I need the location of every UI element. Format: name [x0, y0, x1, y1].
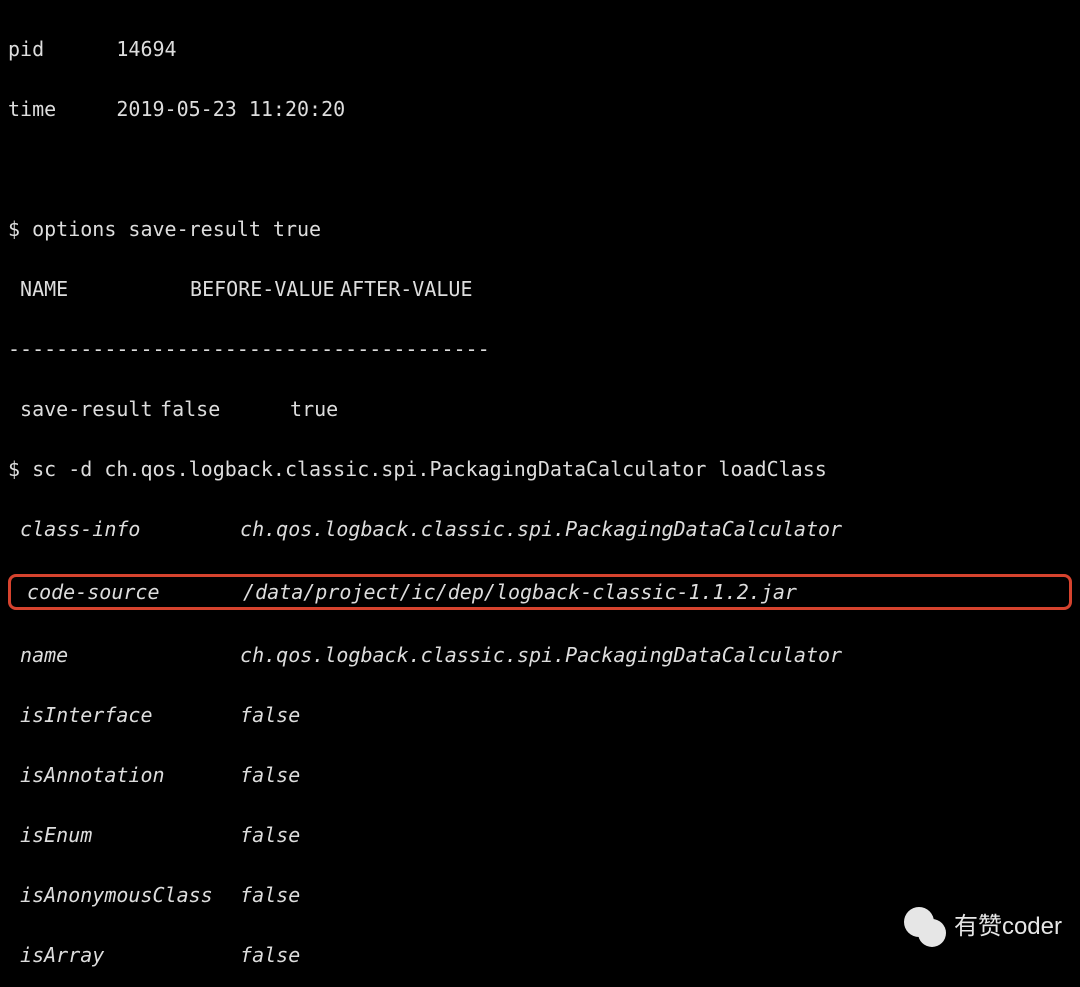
watermark-badge: 有赞coder	[904, 907, 1062, 947]
wechat-icon	[904, 907, 948, 947]
cmd-options: options save-result true	[32, 217, 321, 241]
code-source-row: code-source/data/project/ic/dep/logback-…	[8, 574, 1072, 610]
cmd-sc: sc -d ch.qos.logback.classic.spi.Packagi…	[32, 457, 827, 481]
terminal-output: pid 14694 time 2019-05-23 11:20:20 $ opt…	[0, 0, 1080, 987]
